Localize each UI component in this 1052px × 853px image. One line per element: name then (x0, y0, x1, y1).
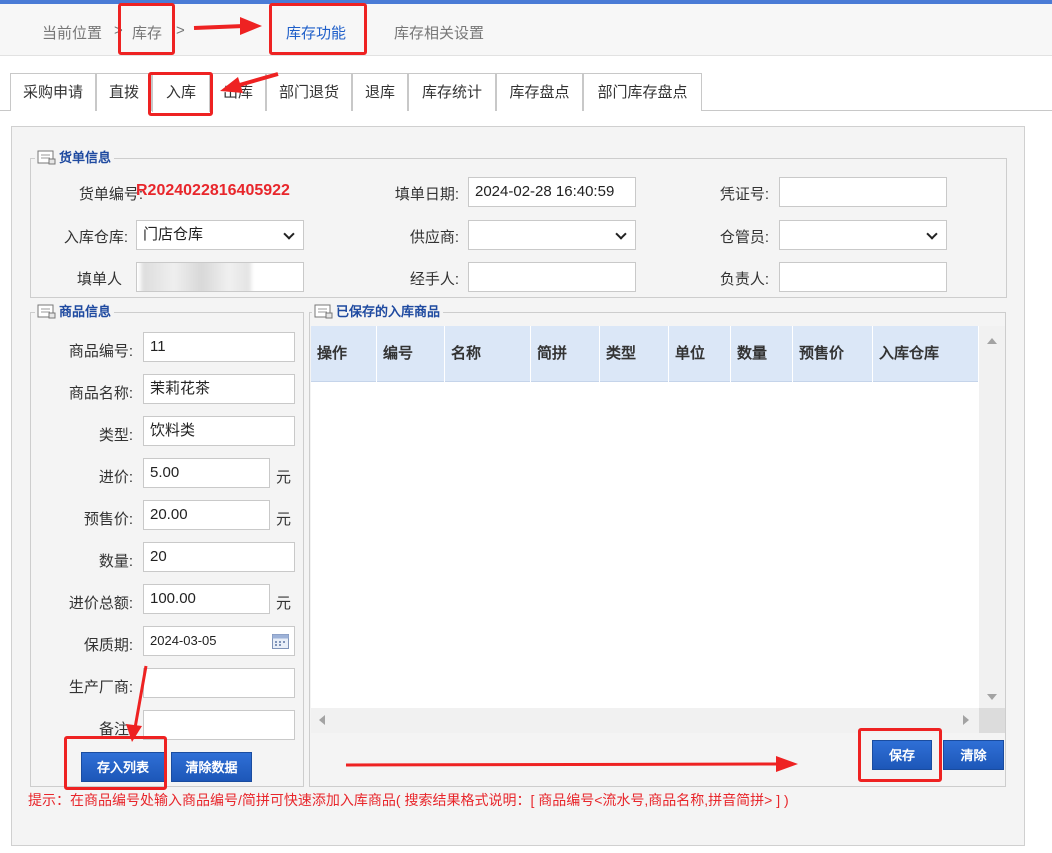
purchase-price-label: 进价: (98, 469, 133, 486)
goods-code-field[interactable]: 11 (143, 332, 295, 362)
bill-no-label: 货单编号: (78, 186, 143, 203)
filler-field[interactable] (136, 262, 304, 292)
document-icon (37, 304, 56, 319)
annotation-box (118, 3, 175, 55)
bill-info-title: 货单信息 (59, 150, 112, 165)
tab-dept-inventory-check[interactable]: 部门库存盘点 (583, 73, 702, 111)
goods-info-legend: 商品信息 (35, 303, 115, 321)
presale-price-field[interactable]: 20.00 (143, 500, 270, 530)
presale-price-label: 预售价: (83, 511, 133, 528)
currency-unit: 元 (276, 469, 292, 486)
col-unit: 单位 (669, 326, 731, 382)
annotation-box (858, 728, 942, 782)
keeper-label: 仓管员: (719, 229, 769, 246)
tab-purchase-request[interactable]: 采购申请 (10, 73, 96, 111)
goods-code-label: 商品编号: (68, 343, 133, 360)
col-presale-price: 预售价 (793, 326, 873, 382)
total-price-label: 进价总额: (68, 595, 133, 612)
tab-stock-out[interactable]: 出库 (210, 73, 266, 111)
scrollbar-corner (979, 708, 1005, 733)
annotation-box (64, 736, 167, 790)
voucher-label: 凭证号: (719, 186, 769, 203)
goods-info-section: 商品信息 商品编号: 11 商品名称: 茉莉花茶 类型: 饮料类 进价: 5.0… (30, 303, 304, 787)
bill-info-legend: 货单信息 (35, 149, 115, 167)
saved-goods-title: 已保存的入库商品 (336, 304, 441, 319)
col-type: 类型 (600, 326, 669, 382)
col-code: 编号 (377, 326, 445, 382)
warehouse-label: 入库仓库: (63, 229, 128, 246)
voucher-field[interactable] (779, 177, 947, 207)
clear-data-button[interactable]: 清除数据 (171, 752, 252, 782)
currency-unit: 元 (276, 595, 292, 612)
tab-direct-transfer[interactable]: 直拨 (96, 73, 152, 111)
bill-no-value: R2024022816405922 (136, 182, 290, 199)
goods-type-field[interactable]: 饮料类 (143, 416, 295, 446)
col-warehouse: 入库仓库 (873, 326, 979, 382)
manufacturer-label: 生产厂商: (68, 679, 133, 696)
breadcrumb-prefix: 当前位置 (42, 25, 103, 42)
handler-field[interactable] (468, 262, 636, 292)
col-action: 操作 (311, 326, 377, 382)
annotation-box (148, 72, 213, 116)
supplier-select[interactable] (468, 220, 636, 250)
vertical-scrollbar[interactable] (979, 326, 1005, 720)
col-quantity: 数量 (731, 326, 793, 382)
blurred-name (141, 263, 251, 291)
saved-goods-section: 已保存的入库商品 操作 编号 名称 简拼 类型 单位 数量 预售价 入库仓库 保… (309, 303, 1006, 787)
handler-label: 经手人: (409, 271, 459, 288)
saved-goods-legend: 已保存的入库商品 (312, 303, 444, 321)
supplier-label: 供应商: (409, 229, 459, 246)
scroll-down-icon[interactable] (987, 694, 997, 700)
document-icon (37, 150, 56, 165)
goods-info-title: 商品信息 (59, 304, 112, 319)
expiry-date-field[interactable]: 2024-03-05 (143, 626, 295, 656)
warehouse-select[interactable]: 门店仓库 (136, 220, 304, 250)
scroll-up-icon[interactable] (987, 338, 997, 344)
saved-goods-grid: 操作 编号 名称 简拼 类型 单位 数量 预售价 入库仓库 (311, 326, 979, 720)
tab-inventory-stats[interactable]: 库存统计 (408, 73, 496, 111)
purchase-price-field[interactable]: 5.00 (143, 458, 270, 488)
annotation-box (269, 3, 367, 55)
document-icon (314, 304, 333, 319)
grid-header: 操作 编号 名称 简拼 类型 单位 数量 预售价 入库仓库 (311, 326, 979, 382)
quantity-label: 数量: (98, 553, 133, 570)
tab-stock-return[interactable]: 退库 (352, 73, 408, 111)
currency-unit: 元 (276, 511, 292, 528)
expiry-label: 保质期: (83, 637, 133, 654)
expiry-date-value: 2024-03-05 (150, 633, 217, 648)
goods-type-label: 类型: (98, 427, 133, 444)
breadcrumb-separator: > (176, 22, 185, 39)
scroll-left-icon[interactable] (319, 715, 325, 725)
total-price-field[interactable]: 100.00 (143, 584, 270, 614)
owner-field[interactable] (779, 262, 947, 292)
tab-inventory-check[interactable]: 库存盘点 (496, 73, 583, 111)
col-pinyin: 简拼 (531, 326, 600, 382)
col-name: 名称 (445, 326, 531, 382)
goods-name-field[interactable]: 茉莉花茶 (143, 374, 295, 404)
quantity-field[interactable]: 20 (143, 542, 295, 572)
tab-inventory-settings[interactable]: 库存相关设置 (394, 22, 484, 43)
owner-label: 负责人: (719, 271, 769, 288)
scroll-right-icon[interactable] (963, 715, 969, 725)
fill-date-field[interactable]: 2024-02-28 16:40:59 (468, 177, 636, 207)
filler-label: 填单人 (76, 271, 122, 288)
clear-button[interactable]: 清除 (943, 740, 1004, 770)
keeper-select[interactable] (779, 220, 947, 250)
manufacturer-field[interactable] (143, 668, 295, 698)
goods-name-label: 商品名称: (68, 385, 133, 402)
fill-date-label: 填单日期: (394, 186, 459, 203)
hint-text: 提示：在商品编号处输入商品编号/简拼可快速添加入库商品( 搜索结果格式说明：[ … (28, 792, 789, 808)
calendar-icon[interactable] (272, 633, 289, 649)
note-field[interactable] (143, 710, 295, 740)
tab-department-return[interactable]: 部门退货 (266, 73, 352, 111)
bill-info-section: 货单信息 货单编号: R2024022816405922 填单日期: 2024-… (30, 149, 1007, 298)
